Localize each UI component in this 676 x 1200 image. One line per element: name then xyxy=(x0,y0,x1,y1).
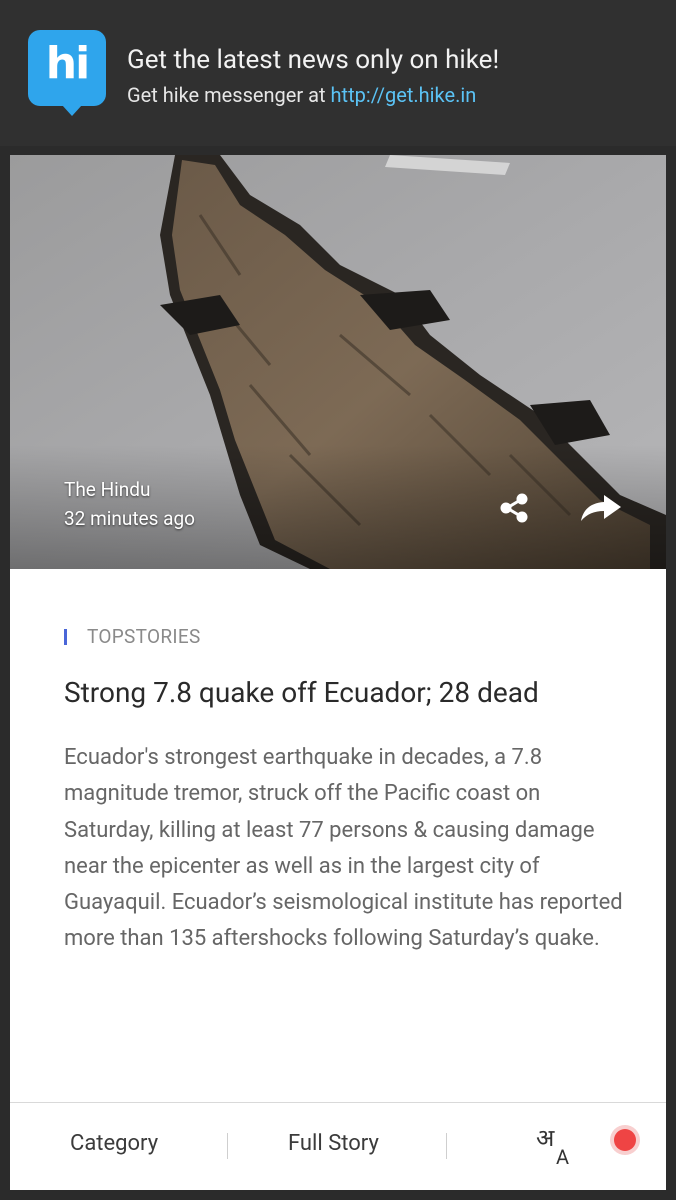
forward-icon xyxy=(581,495,621,521)
full-story-button[interactable]: Full Story xyxy=(288,1129,379,1159)
story-headline[interactable]: Strong 7.8 quake off Ecuador; 28 dead xyxy=(64,675,644,711)
share-icon xyxy=(500,493,528,523)
story-source: The Hindu xyxy=(64,478,151,501)
banner-subtitle-text: Get hike messenger at xyxy=(127,83,331,107)
forward-button[interactable] xyxy=(578,485,624,531)
divider xyxy=(446,1133,447,1159)
story-image[interactable]: The Hindu 32 minutes ago xyxy=(10,155,666,569)
news-card: The Hindu 32 minutes ago TOPSTORIES Stro… xyxy=(10,155,666,1190)
hike-logo: hi xyxy=(28,30,106,116)
bottom-action-bar: Category Full Story अ A xyxy=(10,1102,666,1190)
divider xyxy=(227,1133,228,1159)
hike-logo-text: hi xyxy=(45,38,90,89)
promo-banner[interactable]: hi Get the latest news only on hike! Get… xyxy=(0,0,676,146)
language-toggle-button[interactable]: अ A xyxy=(536,1121,580,1171)
story-summary: Ecuador's strongest earthquake in decade… xyxy=(64,745,623,952)
category-label: TOPSTORIES xyxy=(87,625,201,648)
banner-title: Get the latest news only on hike! xyxy=(127,45,500,75)
story-timestamp: 32 minutes ago xyxy=(64,507,195,530)
story-category: TOPSTORIES xyxy=(64,625,201,648)
share-button[interactable] xyxy=(491,485,537,531)
record-indicator-icon[interactable] xyxy=(610,1125,640,1155)
language-icon-latin: A xyxy=(556,1145,570,1169)
category-accent-bar xyxy=(64,628,67,645)
record-indicator-dot xyxy=(614,1129,636,1151)
banner-subtitle: Get hike messenger at http://get.hike.in xyxy=(127,82,476,108)
banner-link[interactable]: http://get.hike.in xyxy=(331,83,477,107)
language-icon-hindi: अ xyxy=(536,1124,555,1152)
category-button[interactable]: Category xyxy=(70,1129,158,1159)
